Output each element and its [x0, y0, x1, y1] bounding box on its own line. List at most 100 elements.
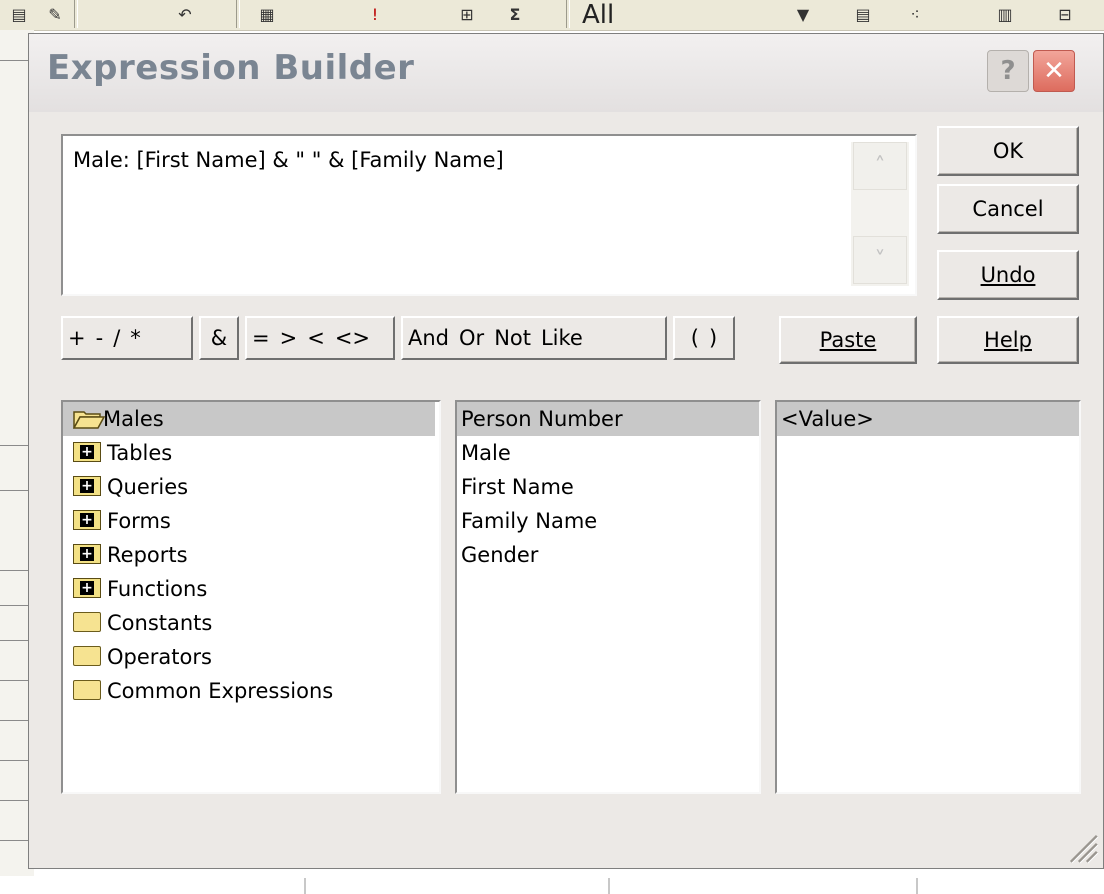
toolbar-separator [566, 0, 570, 28]
divider [608, 878, 610, 894]
list-item[interactable]: Male [457, 436, 759, 470]
grid-line [0, 840, 30, 841]
list-item[interactable]: <Value> [777, 402, 1079, 436]
tree-item-label: Operators [107, 645, 212, 669]
close-icon[interactable]: ✕ [1033, 50, 1075, 92]
toolbar-text: All [582, 0, 615, 30]
tree-item-forms[interactable]: + Forms [63, 504, 439, 538]
values-list[interactable]: <Value> [775, 400, 1081, 794]
grid-line [0, 680, 30, 681]
toolbar-icon[interactable]: ▦ [252, 2, 282, 26]
undo-button[interactable]: Undo [937, 250, 1079, 300]
op-multiply-button[interactable]: * [125, 326, 146, 350]
op-and-button[interactable]: And [403, 326, 454, 350]
tree-item-label: Functions [107, 577, 208, 601]
toolbar-icon[interactable]: ▤ [848, 2, 878, 26]
dialog-titlebar[interactable]: Expression Builder ? ✕ [29, 34, 1103, 112]
toolbar-icon[interactable]: ▤ [4, 2, 34, 26]
folder-plus-icon: + [73, 578, 105, 600]
toolbar-separator [74, 0, 78, 28]
op-greater-button[interactable]: > [275, 326, 303, 350]
folder-icon [73, 612, 105, 634]
grid-line [0, 720, 30, 721]
folder-icon [73, 646, 105, 668]
grid-line [0, 445, 30, 446]
op-open-paren-button[interactable]: ( [686, 326, 704, 350]
tree-item-label: Reports [107, 543, 188, 567]
dialog-title: Expression Builder [47, 48, 415, 88]
object-tree-list[interactable]: Males + Tables + Queries + Forms + Repor… [61, 400, 441, 794]
scroll-up-icon[interactable]: ˄ [853, 142, 907, 190]
logical-operators: And Or Not Like [401, 316, 667, 360]
tree-item-reports[interactable]: + Reports [63, 538, 439, 572]
concat-operator: & [199, 316, 239, 360]
grid-line [0, 490, 30, 491]
vertical-scrollbar[interactable]: ˄ ˅ [851, 142, 909, 286]
list-item[interactable]: Gender [457, 538, 759, 572]
paren-operators: ( ) [673, 316, 735, 360]
folder-plus-icon: + [73, 442, 105, 464]
folder-plus-icon: + [73, 476, 105, 498]
paste-button[interactable]: Paste [779, 316, 917, 364]
toolbar-icon[interactable]: ✎ [40, 2, 70, 26]
op-plus-button[interactable]: + [63, 326, 91, 350]
tree-item-functions[interactable]: + Functions [63, 572, 439, 606]
comparison-operators: = > < <> [245, 316, 395, 360]
divider [916, 878, 918, 894]
toolbar-icon[interactable]: ⊟ [1050, 2, 1080, 26]
op-ampersand-button[interactable]: & [206, 326, 232, 350]
op-like-button[interactable]: Like [536, 326, 588, 350]
fields-list[interactable]: Person Number Male First Name Family Nam… [455, 400, 761, 794]
background-status-area [0, 876, 1104, 894]
op-or-button[interactable]: Or [454, 326, 489, 350]
toolbar-icon[interactable]: ▼ [788, 2, 818, 26]
scroll-down-icon[interactable]: ˅ [853, 236, 907, 284]
list-item[interactable]: First Name [457, 470, 759, 504]
folder-plus-icon: + [73, 544, 105, 566]
toolbar-icon[interactable]: ! [360, 2, 390, 26]
resize-grip-icon[interactable] [1063, 828, 1099, 864]
toolbar-separator [236, 0, 240, 28]
list-item[interactable]: Person Number [457, 402, 759, 436]
tree-item-constants[interactable]: Constants [63, 606, 439, 640]
sum-icon[interactable]: Σ [500, 2, 530, 26]
tree-item-label: Queries [107, 475, 189, 499]
grid-line [0, 570, 30, 571]
tree-item-common-expressions[interactable]: Common Expressions [63, 674, 439, 708]
op-close-paren-button[interactable]: ) [704, 326, 722, 350]
op-not-equal-button[interactable]: <> [330, 326, 375, 350]
op-less-button[interactable]: < [302, 326, 330, 350]
help-icon[interactable]: ? [987, 50, 1029, 92]
tree-item-queries[interactable]: + Queries [63, 470, 439, 504]
folder-icon [73, 680, 105, 702]
op-not-button[interactable]: Not [489, 326, 536, 350]
grid-line [0, 60, 30, 61]
tree-item-operators[interactable]: Operators [63, 640, 439, 674]
toolbar-icon[interactable]: ▥ [990, 2, 1020, 26]
tree-item-males[interactable]: Males [63, 402, 435, 436]
tree-item-tables[interactable]: + Tables [63, 436, 439, 470]
op-minus-button[interactable]: - [91, 326, 109, 350]
list-item[interactable]: Family Name [457, 504, 759, 538]
grid-line [0, 760, 30, 761]
expression-textbox[interactable]: Male: [First Name] & " " & [Family Name]… [61, 134, 917, 296]
expression-builder-dialog: Expression Builder ? ✕ Male: [First Name… [28, 33, 1104, 869]
tree-item-label: Common Expressions [107, 679, 334, 703]
op-divide-button[interactable]: / [108, 326, 125, 350]
ok-button[interactable]: OK [937, 126, 1079, 176]
toolbar-icon[interactable]: ↶ [170, 2, 200, 26]
divider [304, 878, 306, 894]
cancel-button[interactable]: Cancel [937, 184, 1079, 234]
toolbar-icon[interactable]: ⁖ [900, 2, 930, 26]
expression-text[interactable]: Male: [First Name] & " " & [Family Name] [73, 148, 504, 172]
folder-open-icon [73, 411, 105, 429]
toolbar-icon[interactable]: ⊞ [452, 2, 482, 26]
help-button[interactable]: Help [937, 316, 1079, 364]
grid-line [0, 605, 30, 606]
tree-item-label: Forms [107, 509, 171, 533]
tree-item-label: Males [103, 407, 164, 431]
tree-item-label: Constants [107, 611, 213, 635]
grid-line [0, 640, 30, 641]
op-equals-button[interactable]: = [247, 326, 275, 350]
arithmetic-operators: + - / * [61, 316, 193, 360]
